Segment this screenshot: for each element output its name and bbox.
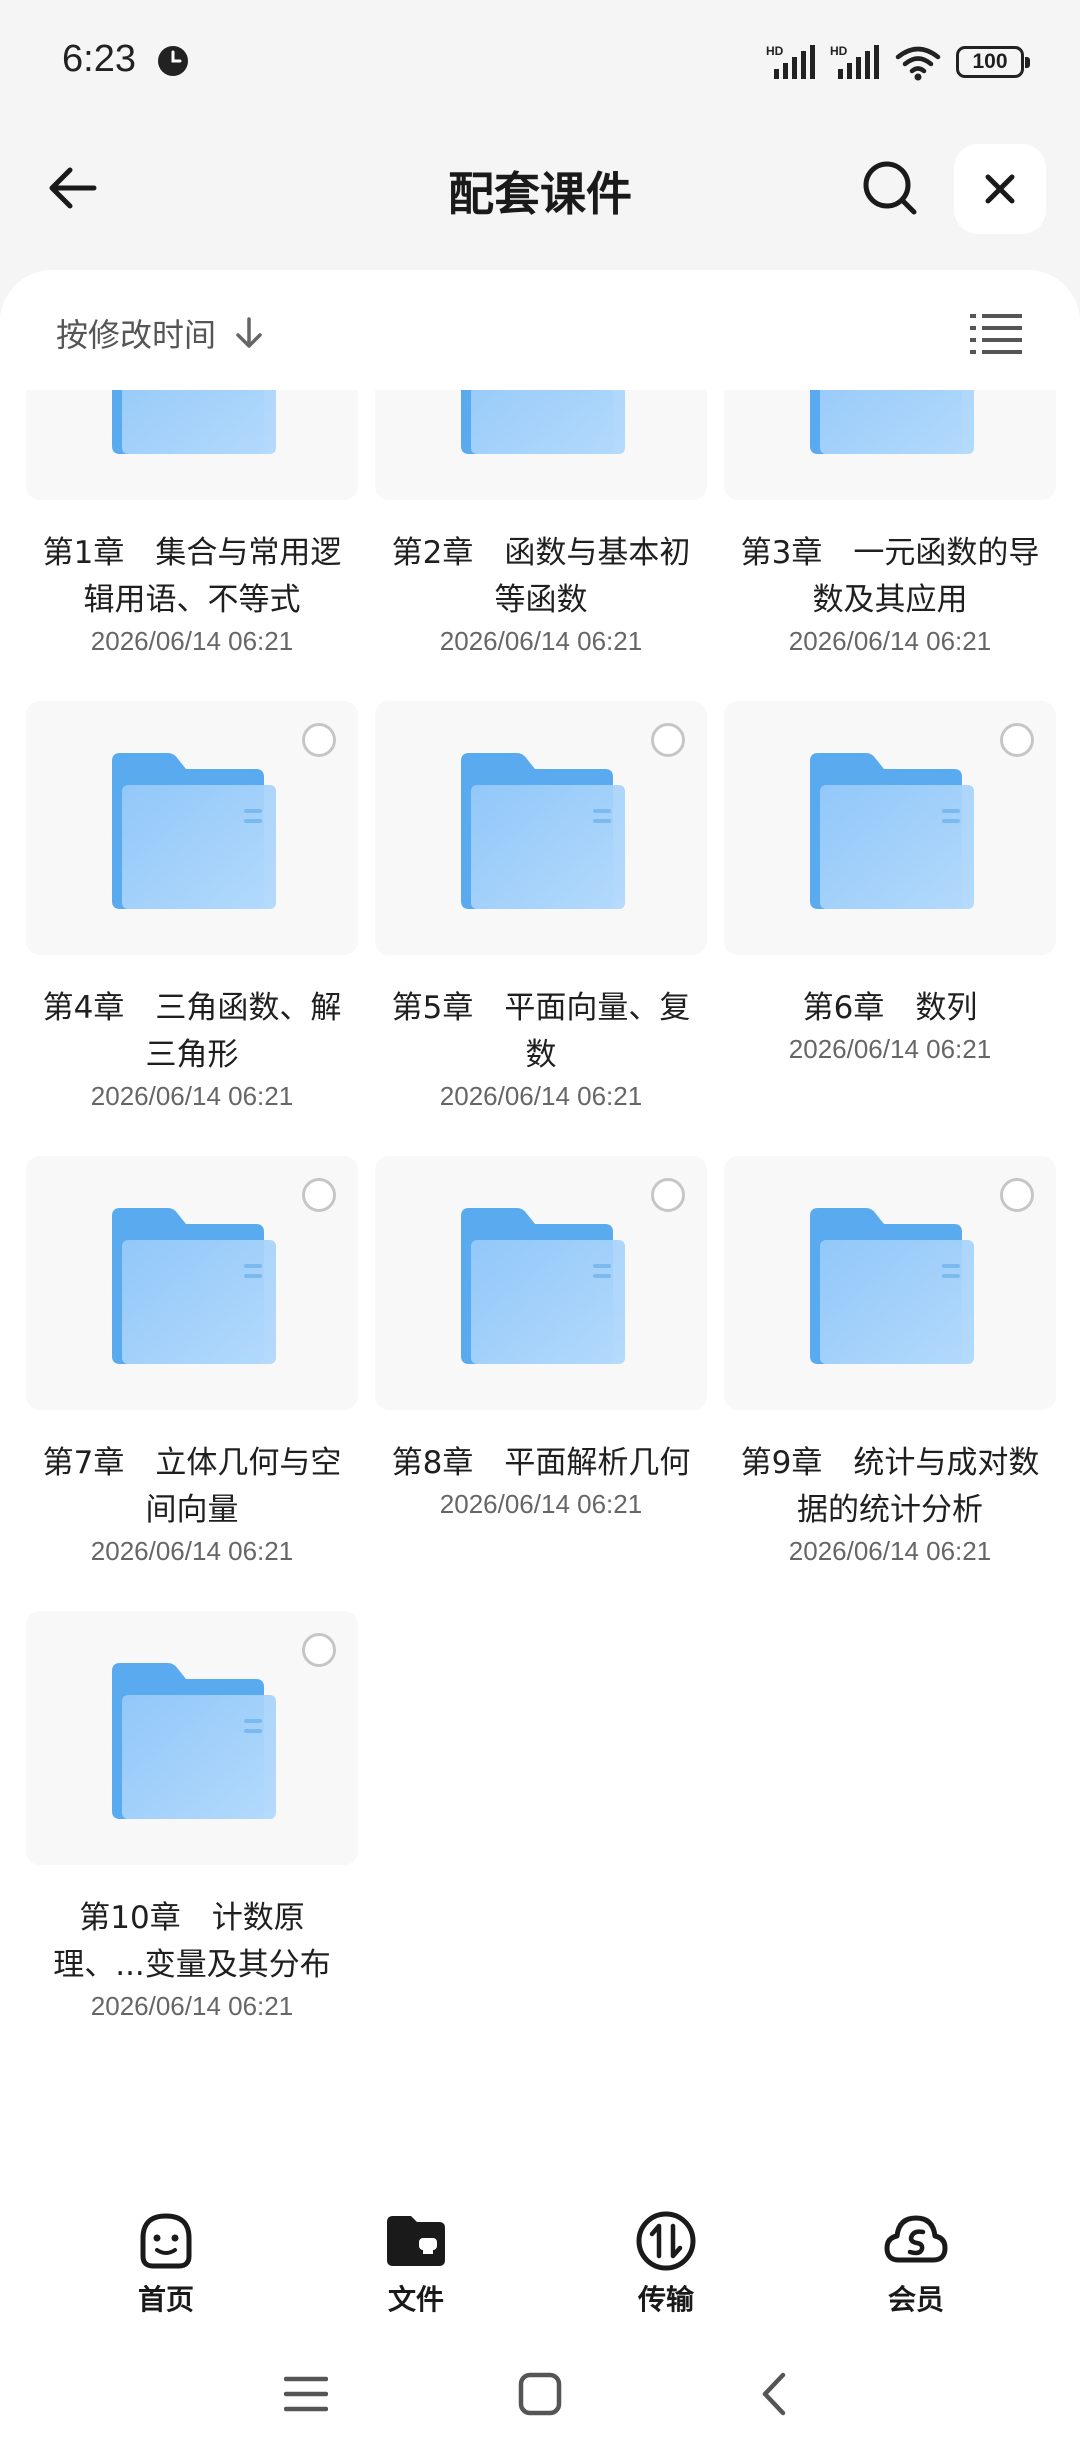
- folder-thumbnail[interactable]: [724, 701, 1056, 955]
- folder-date: 2026/06/14 06:21: [788, 626, 992, 656]
- folder-icon: [112, 390, 276, 454]
- folder-item[interactable]: 第6章 数列 2026/06/14 06:21: [724, 701, 1056, 1156]
- select-checkbox[interactable]: [302, 1178, 336, 1212]
- folder-icon: [112, 753, 276, 909]
- svg-text:HD: HD: [830, 44, 848, 58]
- signal-icon: HD: [766, 44, 815, 79]
- folder-icon: [387, 2216, 445, 2266]
- folder-date: 2026/06/14 06:21: [439, 626, 643, 656]
- folder-icon: [112, 1663, 276, 1819]
- folder-thumbnail[interactable]: [375, 390, 707, 500]
- clock-icon: [158, 46, 188, 76]
- folder-item[interactable]: 第3章 一元函数的导数及其应用 2026/06/14 06:21: [724, 390, 1056, 701]
- folder-date: 2026/06/14 06:21: [90, 1536, 294, 1566]
- search-icon: [863, 161, 917, 215]
- chevron-left-icon: [762, 2372, 786, 2416]
- folder-item[interactable]: 第5章 平面向量、复数 2026/06/14 06:21: [375, 701, 707, 1156]
- menu-icon: [284, 2376, 328, 2412]
- folder-icon: [810, 390, 974, 454]
- nav-vip-label: 会员: [887, 2283, 944, 2316]
- select-checkbox[interactable]: [302, 1633, 336, 1667]
- folder-thumbnail[interactable]: [375, 1156, 707, 1410]
- title-bar: 配套课件: [0, 138, 1080, 238]
- folder-name: 第5章 平面向量、复数: [391, 990, 691, 1073]
- menu-button[interactable]: [276, 2364, 336, 2424]
- folder-thumbnail[interactable]: [724, 390, 1056, 500]
- search-button[interactable]: [856, 154, 924, 222]
- folder-item[interactable]: 第8章 平面解析几何 2026/06/14 06:21: [375, 1156, 707, 1611]
- folder-name: 第8章 平面解析几何: [391, 1445, 691, 1481]
- sort-label: 按修改时间: [56, 316, 217, 354]
- nav-transfer[interactable]: 传输: [596, 2208, 736, 2318]
- folder-thumbnail[interactable]: [375, 701, 707, 955]
- bottom-navigation: 首页 文件 传输 会员: [0, 2190, 1080, 2320]
- folder-item[interactable]: 第10章 计数原理、...变量及其分布 2026/06/14 06:21: [26, 1611, 358, 2066]
- folder-item[interactable]: 第7章 立体几何与空间向量 2026/06/14 06:21: [26, 1156, 358, 1611]
- select-checkbox[interactable]: [651, 1178, 685, 1212]
- folder-name: 第4章 三角函数、解三角形: [42, 990, 342, 1073]
- folder-date: 2026/06/14 06:21: [90, 1081, 294, 1111]
- folder-item[interactable]: 第2章 函数与基本初等函数 2026/06/14 06:21: [375, 390, 707, 701]
- folder-date: 2026/06/14 06:21: [788, 1034, 992, 1064]
- status-indicators: HD HD 100: [766, 40, 1030, 84]
- svg-text:HD: HD: [766, 44, 784, 58]
- folder-name: 第9章 统计与成对数据的统计分析: [740, 1445, 1040, 1528]
- home-face-icon: [140, 2213, 192, 2269]
- folder-name: 第2章 函数与基本初等函数: [391, 535, 691, 618]
- folder-item[interactable]: 第4章 三角函数、解三角形 2026/06/14 06:21: [26, 701, 358, 1156]
- sort-by-modified-button[interactable]: 按修改时间: [56, 308, 264, 358]
- system-back-button[interactable]: [744, 2364, 804, 2424]
- square-home-icon: [518, 2372, 562, 2416]
- home-button[interactable]: [510, 2364, 570, 2424]
- folder-date: 2026/06/14 06:21: [788, 1536, 992, 1566]
- select-checkbox[interactable]: [302, 723, 336, 757]
- folder-date: 2026/06/14 06:21: [439, 1489, 643, 1519]
- folder-date: 2026/06/14 06:21: [439, 1081, 643, 1111]
- arrow-down-icon: [236, 317, 262, 348]
- folder-name: 第3章 一元函数的导数及其应用: [740, 535, 1040, 618]
- folder-item[interactable]: 第9章 统计与成对数据的统计分析 2026/06/14 06:21: [724, 1156, 1056, 1611]
- folder-thumbnail[interactable]: [26, 390, 358, 500]
- folder-icon: [461, 753, 625, 909]
- folder-date: 2026/06/14 06:21: [90, 1991, 294, 2021]
- nav-files-label: 文件: [387, 2283, 444, 2316]
- file-list-panel: 按修改时间 第1章 集合与常用逻辑用语、不等式 2026/06/14 06:21…: [0, 270, 1080, 2190]
- signal-icon: HD: [830, 44, 879, 79]
- close-button[interactable]: [954, 144, 1046, 234]
- nav-home[interactable]: 首页: [96, 2208, 236, 2318]
- folder-item[interactable]: 第1章 集合与常用逻辑用语、不等式 2026/06/14 06:21: [26, 390, 358, 701]
- select-checkbox[interactable]: [1000, 1178, 1034, 1212]
- vip-cloud-icon: [884, 2215, 948, 2263]
- folder-icon: [112, 1208, 276, 1364]
- folder-thumbnail[interactable]: [724, 1156, 1056, 1410]
- wifi-icon: [895, 46, 941, 81]
- folder-name: 第6章 数列: [802, 990, 978, 1026]
- transfer-icon: [636, 2211, 696, 2271]
- close-icon: [985, 174, 1015, 204]
- status-bar: 6:23 HD HD 100: [0, 0, 1080, 130]
- status-time: 6:23: [62, 38, 136, 80]
- list-view-icon[interactable]: [970, 310, 1024, 356]
- folder-thumbnail[interactable]: [26, 701, 358, 955]
- folder-icon: [461, 1208, 625, 1364]
- nav-vip[interactable]: 会员: [846, 2208, 986, 2318]
- folder-icon: [810, 753, 974, 909]
- folder-name: 第10章 计数原理、...变量及其分布: [53, 1900, 331, 1983]
- folder-date: 2026/06/14 06:21: [90, 626, 294, 656]
- nav-files[interactable]: 文件: [346, 2208, 486, 2318]
- folder-icon: [810, 1208, 974, 1364]
- nav-transfer-label: 传输: [637, 2283, 694, 2316]
- battery-indicator: 100: [956, 46, 1030, 78]
- folder-thumbnail[interactable]: [26, 1611, 358, 1865]
- folder-name: 第1章 集合与常用逻辑用语、不等式: [42, 535, 342, 618]
- select-checkbox[interactable]: [651, 723, 685, 757]
- nav-home-label: 首页: [137, 2283, 194, 2316]
- folder-icon: [461, 390, 625, 454]
- folder-thumbnail[interactable]: [26, 1156, 358, 1410]
- system-navigation-bar: [0, 2320, 1080, 2460]
- file-grid: 第1章 集合与常用逻辑用语、不等式 2026/06/14 06:21 第2章 函…: [0, 390, 1080, 2190]
- folder-name: 第7章 立体几何与空间向量: [42, 1445, 342, 1528]
- select-checkbox[interactable]: [1000, 723, 1034, 757]
- sort-bar: 按修改时间: [0, 270, 1080, 390]
